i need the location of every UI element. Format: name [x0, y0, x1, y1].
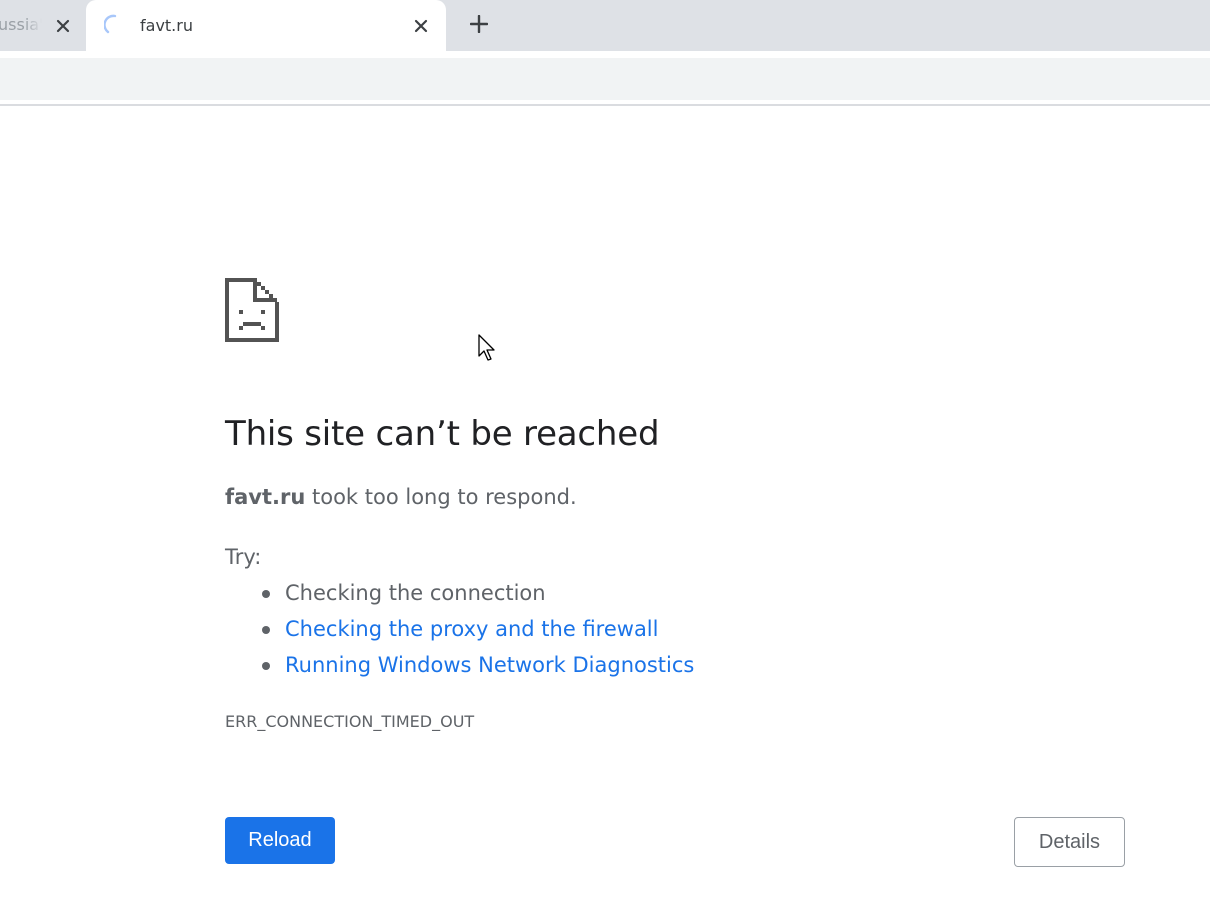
tab-inactive[interactable]: ussia's [0, 0, 86, 51]
plus-icon [469, 14, 489, 37]
list-item: Checking the connection [225, 576, 694, 612]
bullet [262, 626, 270, 634]
tab-active[interactable]: favt.ru [86, 0, 446, 58]
toolbar-divider [0, 104, 1210, 106]
proxy-firewall-link[interactable]: Checking the proxy and the firewall [285, 617, 658, 641]
loading-spinner-icon [103, 14, 126, 36]
try-label: Try: [225, 545, 262, 569]
mouse-pointer-icon [478, 334, 498, 362]
list-item: Running Windows Network Diagnostics [225, 648, 694, 684]
bullet [262, 590, 270, 598]
bullet [262, 662, 270, 670]
tab-title: ussia's [0, 15, 42, 34]
sad-page-icon [225, 278, 279, 342]
new-tab-button[interactable] [465, 12, 493, 40]
close-icon[interactable] [409, 14, 433, 38]
reload-button[interactable]: Reload [225, 817, 335, 864]
network-diagnostics-link[interactable]: Running Windows Network Diagnostics [285, 653, 694, 677]
error-code: ERR_CONNECTION_TIMED_OUT [225, 712, 475, 731]
details-button[interactable]: Details [1014, 817, 1125, 867]
suggestion-text: Checking the connection [285, 581, 546, 605]
error-heading: This site can’t be reached [225, 414, 660, 454]
tab-title: favt.ru [140, 16, 193, 35]
error-message: took too long to respond. [305, 485, 577, 509]
list-item: Checking the proxy and the firewall [225, 612, 694, 648]
tab-strip: ussia's favt.ru [0, 0, 1210, 58]
suggestion-list: Checking the connection Checking the pro… [225, 576, 694, 684]
host-name: favt.ru [225, 485, 306, 509]
toolbar [0, 58, 1210, 100]
error-description: favt.ru took too long to respond. [225, 485, 577, 509]
close-icon[interactable] [51, 14, 75, 38]
